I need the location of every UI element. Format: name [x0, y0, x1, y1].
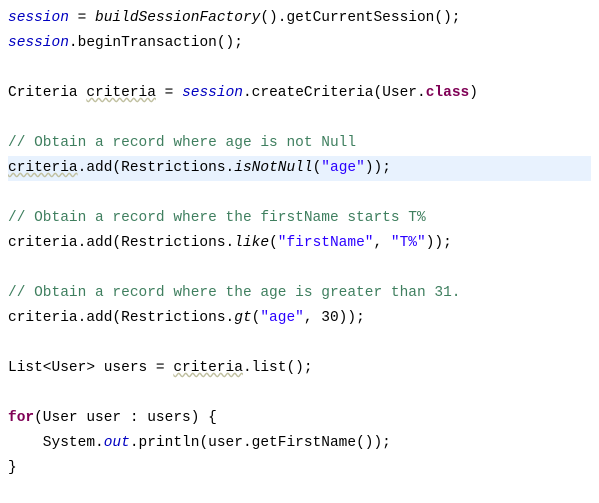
- string-literal: "age": [260, 310, 304, 326]
- code-line: session = buildSessionFactory().getCurre…: [8, 10, 461, 26]
- field-ref: session: [8, 10, 69, 26]
- var-ref: criteria: [8, 160, 78, 176]
- static-method: isNotNull: [234, 160, 312, 176]
- field-ref: session: [8, 35, 69, 51]
- var-ref: criteria: [173, 360, 243, 376]
- code-block: session = buildSessionFactory().getCurre…: [0, 0, 599, 503]
- code-line: List<User> users = criteria.list();: [8, 360, 313, 376]
- code-line: criteria.add(Restrictions.gt("age", 30))…: [8, 310, 365, 326]
- code-line: System.out.println(user.getFirstName());: [8, 435, 391, 451]
- field-ref: out: [104, 435, 130, 451]
- code-line: for(User user : users) {: [8, 410, 217, 426]
- keyword-for: for: [8, 410, 34, 426]
- static-method: gt: [234, 310, 251, 326]
- static-method: buildSessionFactory: [95, 10, 260, 26]
- var-decl: criteria: [86, 85, 156, 101]
- string-literal: "firstName": [278, 235, 374, 251]
- code-line: criteria.add(Restrictions.like("firstNam…: [8, 235, 452, 251]
- keyword-class: class: [426, 85, 470, 101]
- field-ref: session: [182, 85, 243, 101]
- code-line: session.beginTransaction();: [8, 35, 243, 51]
- code-line: }: [8, 460, 17, 476]
- comment: // Obtain a record where the firstName s…: [8, 210, 426, 226]
- code-line: Criteria criteria = session.createCriter…: [8, 85, 478, 101]
- static-method: like: [234, 235, 269, 251]
- string-literal: "T%": [391, 235, 426, 251]
- highlighted-line: criteria.add(Restrictions.isNotNull("age…: [8, 156, 591, 181]
- comment: // Obtain a record where age is not Null: [8, 135, 356, 151]
- comment: // Obtain a record where the age is grea…: [8, 285, 460, 301]
- string-literal: "age": [321, 160, 365, 176]
